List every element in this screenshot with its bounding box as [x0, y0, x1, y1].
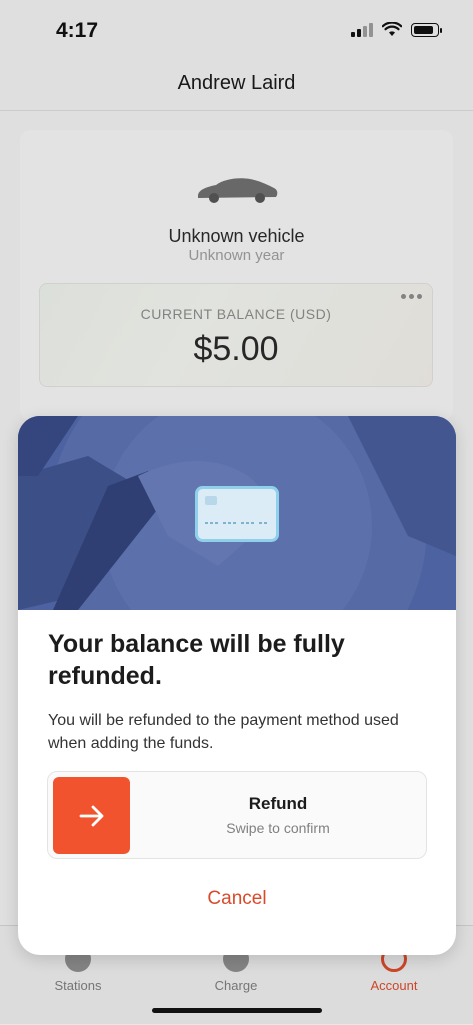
modal-description: You will be refunded to the payment meth…	[48, 712, 399, 752]
swipe-handle[interactable]	[53, 777, 130, 854]
cancel-button[interactable]: Cancel	[18, 888, 456, 910]
credit-card-icon	[195, 486, 279, 542]
home-indicator[interactable]	[152, 1008, 322, 1013]
account-screen: 4:17 Andrew Laird Unknown vehicle Unknow…	[0, 0, 473, 1025]
modal-title: Your balance will be fully refunded.	[48, 630, 345, 690]
charger-hero-image	[18, 416, 456, 610]
refund-modal: Your balance will be fully refunded. You…	[18, 416, 456, 955]
swipe-to-refund-control[interactable]: Refund Swipe to confirm	[47, 771, 427, 859]
swipe-subtitle: Swipe to confirm	[226, 820, 330, 836]
arrow-right-icon	[79, 805, 103, 826]
swipe-title: Refund	[248, 794, 308, 813]
